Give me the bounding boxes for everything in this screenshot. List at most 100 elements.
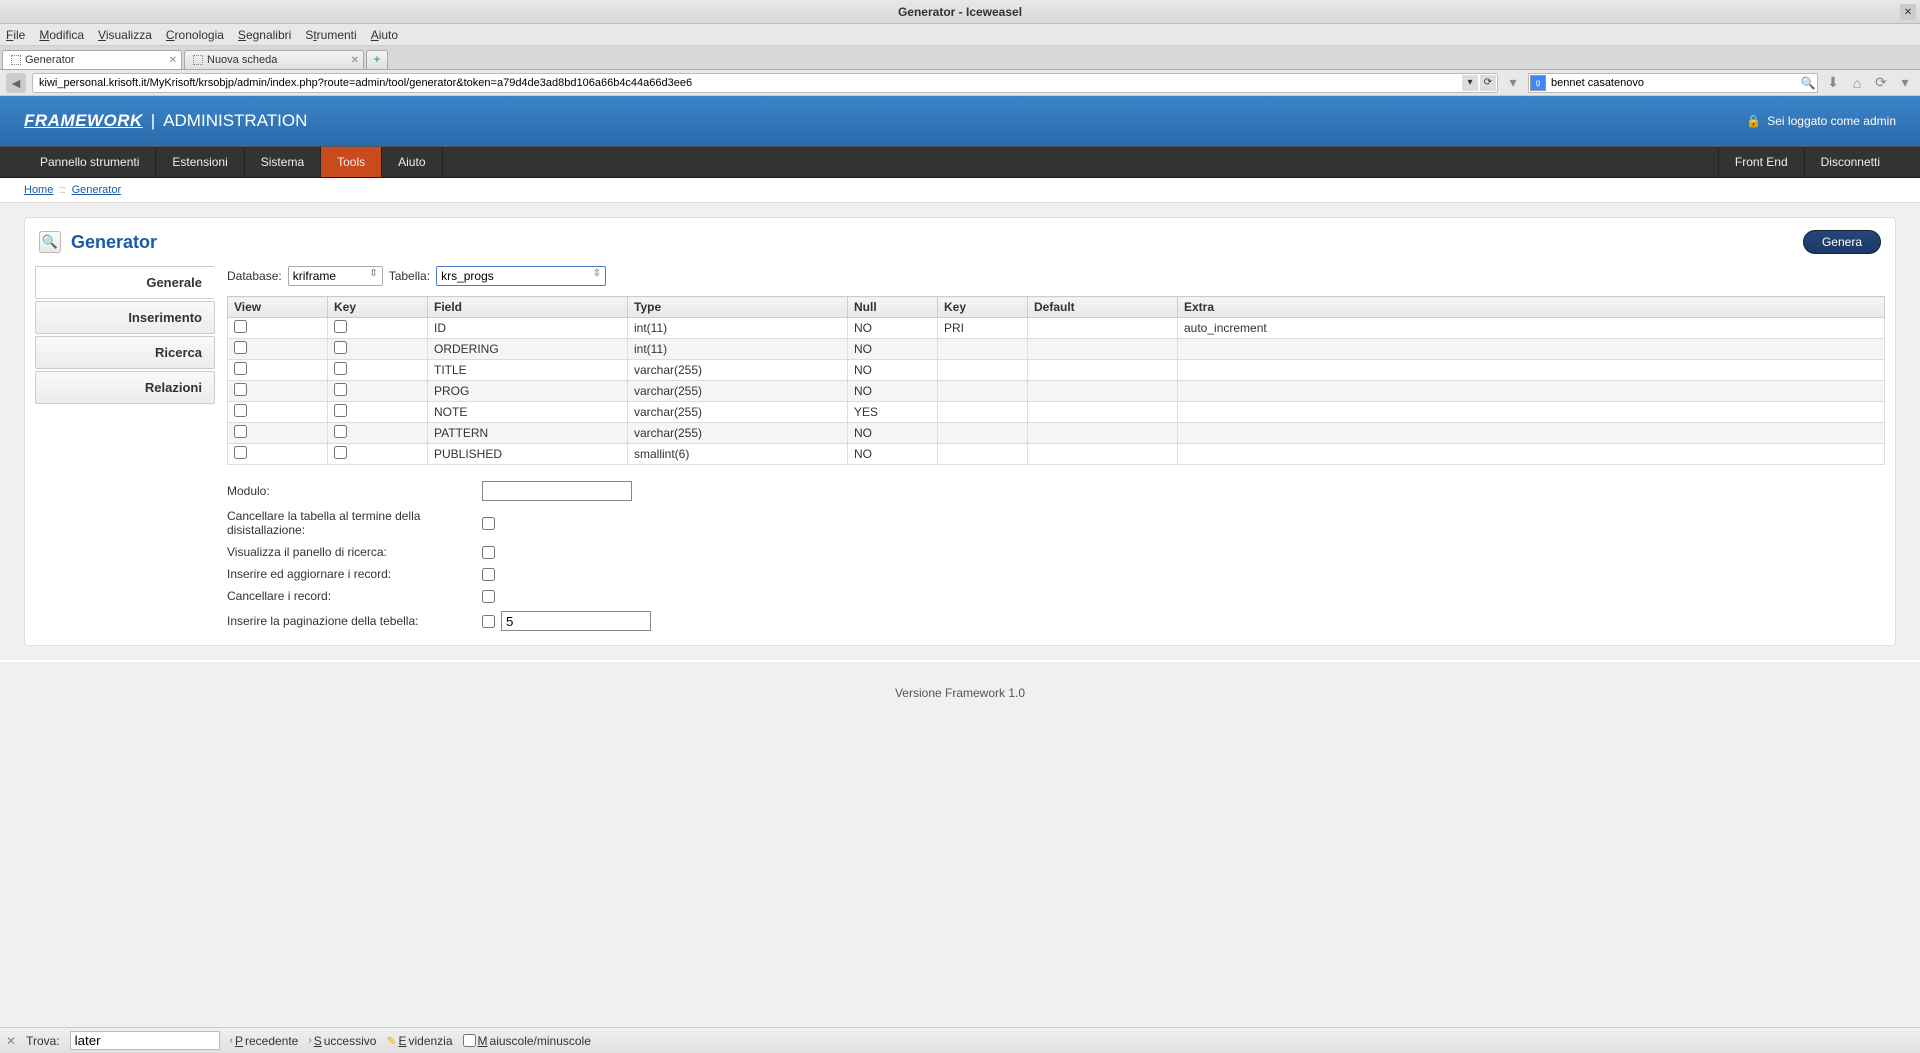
paginazione-checkbox[interactable] bbox=[482, 615, 495, 628]
tab-close-icon[interactable]: ✕ bbox=[351, 55, 359, 66]
history-dropdown-icon[interactable]: ▾ bbox=[1504, 74, 1522, 92]
nav-right: Front EndDisconnetti bbox=[1718, 147, 1896, 177]
search-input[interactable] bbox=[1528, 73, 1818, 93]
toolbar-dropdown-icon[interactable]: ▾ bbox=[1896, 74, 1914, 92]
cell-key: PRI bbox=[938, 318, 1028, 339]
genera-button[interactable]: Genera bbox=[1803, 230, 1881, 254]
view-checkbox[interactable] bbox=[234, 446, 247, 459]
menu-segnalibri[interactable]: Segnalibri bbox=[238, 28, 291, 42]
form-row-cancellare-tabella: Cancellare la tabella al termine della d… bbox=[227, 509, 1885, 537]
url-dropdown-icon[interactable]: ▾ bbox=[1462, 75, 1478, 91]
breadcrumb-separator: :: bbox=[59, 184, 65, 196]
side-tab-inserimento[interactable]: Inserimento bbox=[35, 301, 215, 334]
view-checkbox[interactable] bbox=[234, 425, 247, 438]
cell-default bbox=[1028, 423, 1178, 444]
cell-null: NO bbox=[848, 444, 938, 465]
menu-strumenti[interactable]: Strumenti bbox=[305, 28, 356, 42]
back-button[interactable]: ◄ bbox=[6, 73, 26, 93]
cell-default bbox=[1028, 360, 1178, 381]
modulo-input[interactable] bbox=[482, 481, 632, 501]
cancellare-record-checkbox[interactable] bbox=[482, 590, 495, 603]
side-tab-ricerca[interactable]: Ricerca bbox=[35, 336, 215, 369]
url-input[interactable] bbox=[32, 73, 1498, 93]
nav-item-aiuto[interactable]: Aiuto bbox=[382, 147, 442, 177]
new-tab-button[interactable]: + bbox=[366, 50, 388, 69]
modulo-label: Modulo: bbox=[227, 484, 482, 498]
key-checkbox[interactable] bbox=[334, 341, 347, 354]
tab-close-icon[interactable]: ✕ bbox=[169, 55, 177, 66]
view-checkbox[interactable] bbox=[234, 383, 247, 396]
visualizza-panello-checkbox[interactable] bbox=[482, 546, 495, 559]
table-select[interactable]: krs_progs bbox=[436, 266, 606, 286]
key-checkbox[interactable] bbox=[334, 404, 347, 417]
find-bar: ✕ Trova: ‹ Precedente › Successivo ✎Evid… bbox=[0, 1027, 1920, 1053]
find-close-icon[interactable]: ✕ bbox=[6, 1034, 16, 1048]
search-engine-icon[interactable]: g bbox=[1530, 75, 1546, 91]
menu-modifica[interactable]: Modifica bbox=[39, 28, 84, 42]
key-checkbox[interactable] bbox=[334, 362, 347, 375]
window-close-button[interactable]: ✕ bbox=[1900, 4, 1916, 20]
table-row: IDint(11)NOPRIauto_increment bbox=[228, 318, 1885, 339]
nav-item-sistema[interactable]: Sistema bbox=[245, 147, 321, 177]
find-next-button[interactable]: › Successivo bbox=[308, 1034, 376, 1048]
tab-nuova-scheda[interactable]: Nuova scheda ✕ bbox=[184, 50, 364, 69]
tab-generator[interactable]: Generator ✕ bbox=[2, 50, 182, 69]
side-tab-generale[interactable]: Generale bbox=[35, 266, 215, 299]
cell-null: NO bbox=[848, 360, 938, 381]
col-key2: Key bbox=[938, 297, 1028, 318]
database-label: Database: bbox=[227, 269, 282, 283]
col-key: Key bbox=[328, 297, 428, 318]
breadcrumb-current[interactable]: Generator bbox=[72, 184, 122, 196]
content-wrap: 🔍 Generator Genera GeneraleInserimentoRi… bbox=[0, 203, 1920, 660]
col-type: Type bbox=[628, 297, 848, 318]
paginazione-input[interactable] bbox=[501, 611, 651, 631]
cell-key bbox=[938, 423, 1028, 444]
window-title: Generator - Iceweasel bbox=[898, 5, 1022, 19]
inserire-aggiornare-checkbox[interactable] bbox=[482, 568, 495, 581]
table-row: PATTERNvarchar(255)NO bbox=[228, 423, 1885, 444]
sync-icon[interactable]: ⟳ bbox=[1872, 74, 1890, 92]
menu-aiuto[interactable]: Aiuto bbox=[371, 28, 398, 42]
nav-item-pannello-strumenti[interactable]: Pannello strumenti bbox=[24, 147, 156, 177]
key-checkbox[interactable] bbox=[334, 446, 347, 459]
view-checkbox[interactable] bbox=[234, 404, 247, 417]
side-tab-relazioni[interactable]: Relazioni bbox=[35, 371, 215, 404]
nav-item-front-end[interactable]: Front End bbox=[1718, 147, 1804, 177]
nav-item-tools[interactable]: Tools bbox=[321, 147, 382, 177]
find-highlight-button[interactable]: ✎Evidenzia bbox=[386, 1034, 452, 1048]
breadcrumb-home[interactable]: Home bbox=[24, 184, 53, 196]
footer: Versione Framework 1.0 bbox=[0, 660, 1920, 724]
col-view: View bbox=[228, 297, 328, 318]
cancellare-tabella-checkbox[interactable] bbox=[482, 517, 495, 530]
logo-administration: ADMINISTRATION bbox=[163, 111, 307, 131]
nav-item-estensioni[interactable]: Estensioni bbox=[156, 147, 244, 177]
cell-default bbox=[1028, 402, 1178, 423]
menu-cronologia[interactable]: Cronologia bbox=[166, 28, 224, 42]
key-checkbox[interactable] bbox=[334, 383, 347, 396]
search-go-icon[interactable]: 🔍 bbox=[1800, 75, 1816, 91]
reload-icon[interactable]: ⟳ bbox=[1480, 75, 1496, 91]
database-select[interactable]: kriframe bbox=[288, 266, 383, 286]
form-row-inserire-aggiornare: Inserire ed aggiornare i record: bbox=[227, 567, 1885, 581]
home-icon[interactable]: ⌂ bbox=[1848, 74, 1866, 92]
view-checkbox[interactable] bbox=[234, 320, 247, 333]
find-input[interactable] bbox=[70, 1031, 220, 1050]
menu-file[interactable]: File bbox=[6, 28, 25, 42]
find-case-checkbox[interactable]: Maiuscole/minuscole bbox=[463, 1034, 591, 1048]
nav-item-disconnetti[interactable]: Disconnetti bbox=[1804, 147, 1896, 177]
cell-key bbox=[938, 381, 1028, 402]
box-header: 🔍 Generator Genera bbox=[35, 228, 1885, 266]
tab-favicon-icon bbox=[11, 55, 21, 65]
table-row: NOTEvarchar(255)YES bbox=[228, 402, 1885, 423]
download-icon[interactable]: ⬇ bbox=[1824, 74, 1842, 92]
form-row-cancellare-record: Cancellare i record: bbox=[227, 589, 1885, 603]
view-checkbox[interactable] bbox=[234, 341, 247, 354]
key-checkbox[interactable] bbox=[334, 320, 347, 333]
view-checkbox[interactable] bbox=[234, 362, 247, 375]
nav-left: Pannello strumentiEstensioniSistemaTools… bbox=[24, 147, 443, 177]
case-checkbox[interactable] bbox=[463, 1034, 476, 1047]
menu-visualizza[interactable]: Visualizza bbox=[98, 28, 152, 42]
tab-label: Nuova scheda bbox=[207, 54, 277, 66]
find-previous-button[interactable]: ‹ Precedente bbox=[230, 1034, 299, 1048]
key-checkbox[interactable] bbox=[334, 425, 347, 438]
